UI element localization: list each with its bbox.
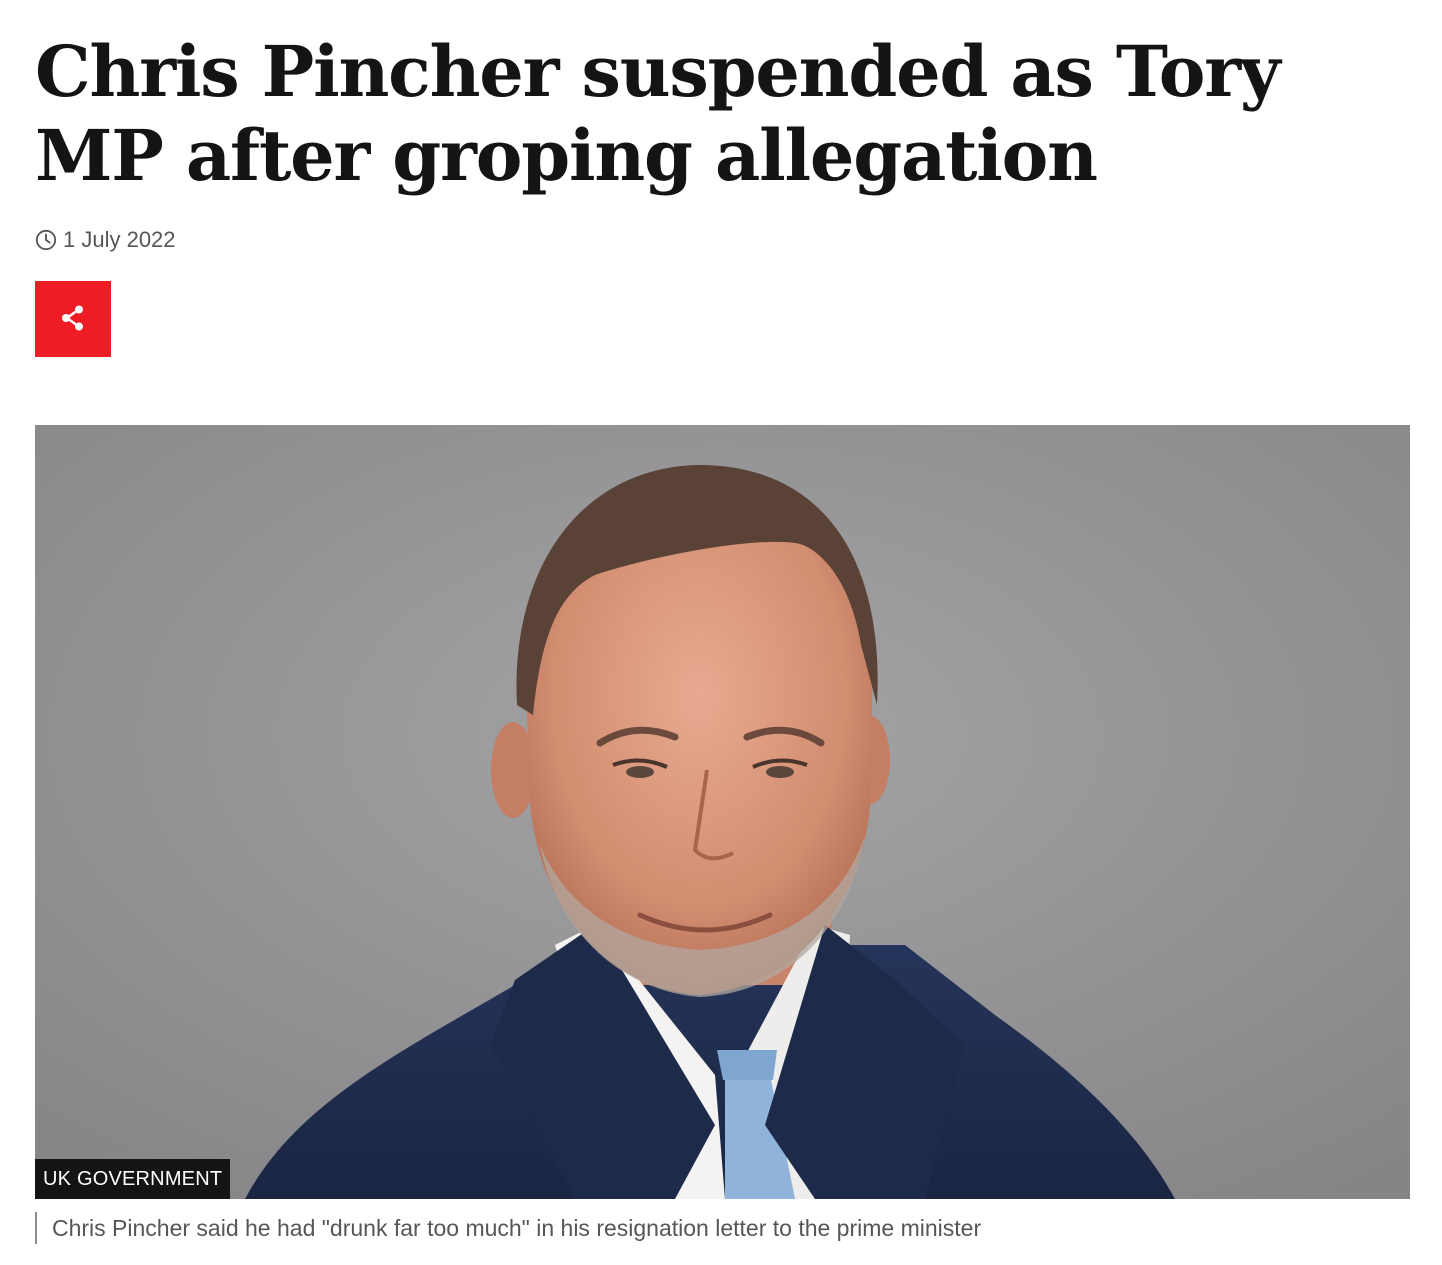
article-headline: Chris Pincher suspended as Tory MP after…: [35, 30, 1281, 197]
article-timestamp: 1 July 2022: [35, 226, 176, 254]
article-date: 1 July 2022: [63, 227, 176, 252]
clock-icon: [35, 229, 57, 251]
share-icon: [58, 303, 88, 336]
share-button[interactable]: [35, 281, 111, 357]
image-credit: UK GOVERNMENT: [35, 1159, 231, 1199]
image-caption: Chris Pincher said he had "drunk far too…: [35, 1212, 981, 1244]
article-image: UK GOVERNMENT: [35, 425, 1410, 1199]
portrait-photo: [35, 425, 1410, 1199]
